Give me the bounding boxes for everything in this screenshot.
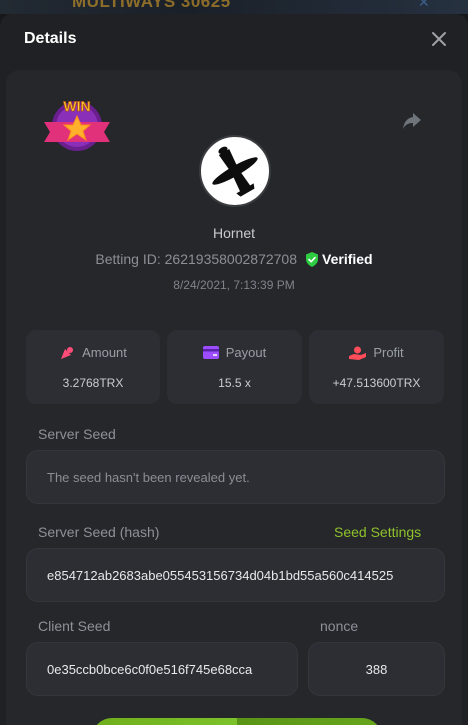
- betting-id-row: Betting ID: 26219358002872708 Verified: [6, 251, 462, 267]
- verify-button[interactable]: [92, 718, 382, 725]
- game-name: Hornet: [212, 225, 256, 241]
- coins-icon: [61, 346, 74, 359]
- stat-payout: Payout 15.5 x: [167, 330, 302, 404]
- nonce-value: 388: [365, 661, 388, 677]
- stat-payout-value: 15.5 x: [218, 376, 251, 390]
- server-seed-hash-field[interactable]: e854712ab2683abe055453156734d04b1bd55a56…: [26, 548, 445, 602]
- stat-profit: Profit +47.513600TRX: [309, 330, 444, 404]
- share-button[interactable]: [401, 111, 423, 131]
- background-game-strip: MULTIWAYS 30625 ✕: [0, 0, 468, 14]
- betting-id-value: 26219358002872708: [164, 251, 298, 267]
- bet-details-card: WIN Hornet Betting ID: 26219358002872708…: [6, 70, 462, 725]
- verified-badge: Verified: [305, 251, 373, 267]
- server-seed-hash-label: Server Seed (hash): [38, 524, 160, 540]
- win-badge-icon: WIN: [44, 98, 110, 151]
- background-logo-icon: ✕: [418, 0, 430, 10]
- card-icon: [202, 346, 219, 359]
- close-icon: [432, 32, 446, 46]
- stat-profit-label: Profit: [373, 345, 404, 360]
- details-modal: Details WIN Hornet Betting ID: 262193580…: [0, 14, 468, 725]
- server-seed-value: The seed hasn't been revealed yet.: [47, 469, 250, 485]
- nonce-label: nonce: [320, 618, 359, 634]
- hand-coin-icon: [349, 346, 367, 360]
- stat-amount-label: Amount: [82, 345, 127, 360]
- hornet-plane-icon: [212, 146, 258, 197]
- client-seed-field[interactable]: 0e35ccb0bce6c0f0e516f745e68cca: [26, 642, 298, 696]
- server-seed-label: Server Seed: [38, 426, 116, 442]
- verified-label: Verified: [322, 251, 373, 267]
- server-seed-hash-value: e854712ab2683abe055453156734d04b1bd55a56…: [47, 567, 394, 583]
- bet-timestamp: 8/24/2021, 7:13:39 PM: [173, 278, 295, 292]
- modal-title: Details: [24, 30, 77, 47]
- background-game-title: MULTIWAYS 30625: [72, 0, 231, 11]
- betting-id-label: Betting ID:: [95, 251, 161, 267]
- stat-amount: Amount 3.2768TRX: [26, 330, 160, 404]
- seed-settings-link[interactable]: Seed Settings: [334, 524, 421, 540]
- share-icon: [403, 113, 421, 129]
- stat-amount-value: 3.2768TRX: [62, 376, 124, 390]
- stat-payout-label: Payout: [225, 345, 267, 360]
- client-seed-value: 0e35ccb0bce6c0f0e516f745e68cca: [47, 661, 253, 677]
- game-avatar: [199, 135, 271, 207]
- shield-check-icon: [306, 251, 319, 267]
- close-button[interactable]: [428, 28, 450, 50]
- client-seed-label: Client Seed: [38, 618, 111, 634]
- win-badge-text: WIN: [63, 98, 90, 114]
- nonce-field[interactable]: 388: [308, 642, 445, 696]
- stat-profit-value: +47.513600TRX: [332, 376, 421, 390]
- server-seed-field[interactable]: The seed hasn't been revealed yet.: [26, 450, 445, 504]
